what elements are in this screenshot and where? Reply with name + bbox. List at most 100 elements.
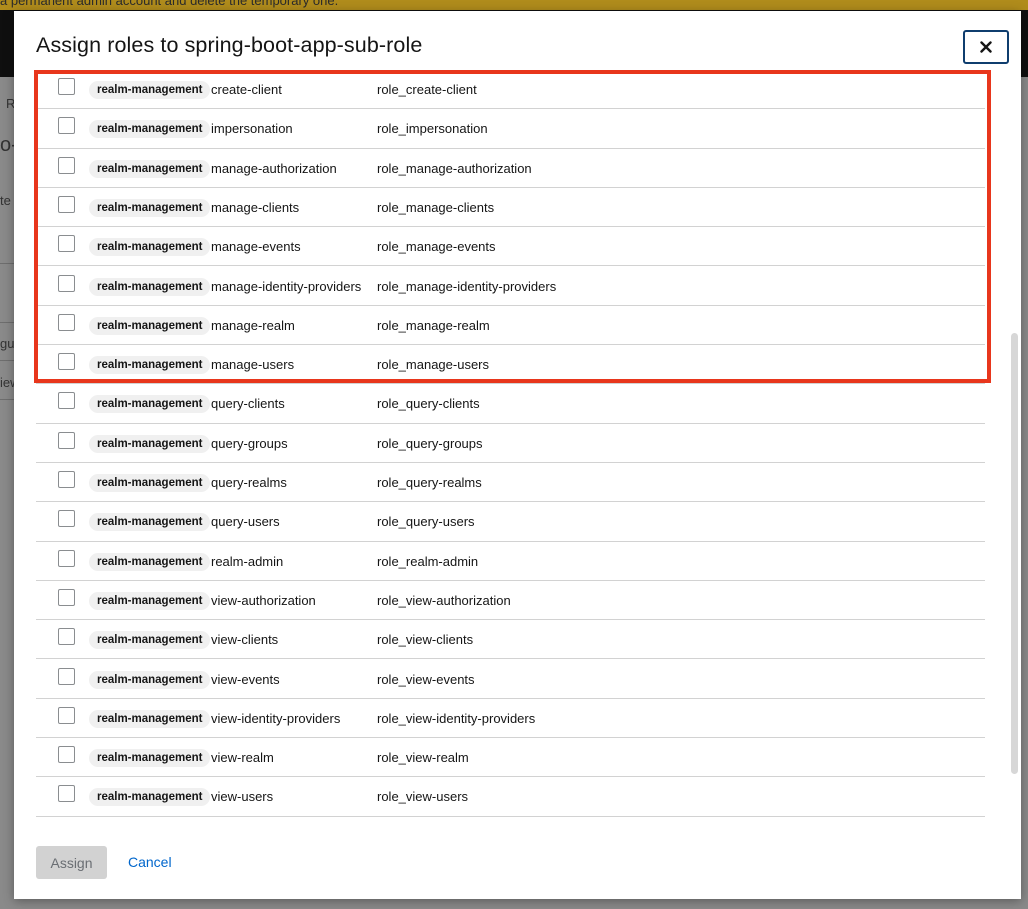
table-row: realm-management manage-users role_manage-… <box>36 345 985 385</box>
client-badge: realm-management <box>89 238 211 257</box>
row-checkbox[interactable] <box>58 549 75 567</box>
client-badge: realm-management <box>89 670 211 689</box>
row-checkbox[interactable] <box>58 471 75 488</box>
client-badge: realm-management <box>89 434 211 453</box>
client-badge: realm-management <box>89 709 211 728</box>
table-row: realm-management view-realm role_view-real… <box>36 738 985 778</box>
role-name: view-identity-providers <box>211 710 341 726</box>
table-row: realm-management view-identity-providers r… <box>36 699 985 739</box>
role-description: role_manage-events <box>377 239 496 255</box>
role-description: role_manage-clients <box>377 199 495 215</box>
row-checkbox[interactable] <box>58 274 75 292</box>
client-badge: realm-management <box>89 356 211 375</box>
role-name: query-realms <box>211 475 287 490</box>
row-checkbox[interactable] <box>58 746 75 764</box>
role-description: role_view-clients <box>377 632 474 648</box>
client-badge: realm-management <box>89 316 211 335</box>
background-divider <box>0 322 14 323</box>
client-badge: realm-management <box>89 788 211 807</box>
client-badge: realm-management <box>89 120 211 139</box>
row-checkbox[interactable] <box>58 353 75 371</box>
table-row: realm-management query-realms role_query-r… <box>36 463 985 503</box>
row-checkbox[interactable] <box>58 313 75 331</box>
role-name: create-client <box>211 82 282 97</box>
table-row: realm-management query-users role_query-us… <box>36 502 985 542</box>
role-description: role_view-users <box>377 789 469 805</box>
role-name: manage-clients <box>211 199 300 215</box>
role-name: query-clients <box>211 396 285 412</box>
row-checkbox[interactable] <box>58 235 75 253</box>
client-badge: realm-management <box>89 552 211 571</box>
role-description: role_query-groups <box>377 435 483 451</box>
client-badge: realm-management <box>89 277 211 296</box>
row-checkbox[interactable] <box>58 785 75 803</box>
role-description: role_view-identity-providers <box>377 710 536 726</box>
cancel-link[interactable]: Cancel <box>128 854 172 870</box>
table-row: realm-management query-groups role_query-g… <box>36 424 985 463</box>
role-name: manage-authorization <box>211 160 337 176</box>
role-description: role_view-realm <box>377 750 469 766</box>
background-divider <box>0 360 14 361</box>
background-divider <box>0 399 14 400</box>
role-name: view-realm <box>211 750 274 766</box>
role-description: role_manage-identity-providers <box>377 278 557 294</box>
row-checkbox[interactable] <box>58 628 75 646</box>
row-checkbox[interactable] <box>58 156 75 174</box>
table-row: realm-management impersonation role_impers… <box>36 109 985 149</box>
table-row: realm-management view-clients role_view-cl… <box>36 620 985 660</box>
background-fragment: te <box>0 193 11 208</box>
client-badge: realm-management <box>89 513 211 532</box>
close-button[interactable] <box>963 30 1009 64</box>
table-row: realm-management manage-events role_manage… <box>36 227 985 267</box>
table-row: realm-management query-clients role_query-… <box>36 384 985 424</box>
table-row: realm-management manage-clients role_manag… <box>36 188 985 228</box>
role-description: role_view-events <box>377 671 475 687</box>
client-badge: realm-management <box>89 474 211 492</box>
role-name: view-clients <box>211 632 279 648</box>
modal-title: Assign roles to spring-boot-app-sub-role <box>36 33 423 57</box>
row-checkbox[interactable] <box>58 431 75 449</box>
assign-roles-modal: Assign roles to spring-boot-app-sub-role… <box>14 11 1021 899</box>
client-badge: realm-management <box>89 395 211 414</box>
warning-banner: a permanent admin account and delete the… <box>0 0 1028 10</box>
role-description: role_query-clients <box>377 396 480 412</box>
client-badge: realm-management <box>89 631 211 650</box>
role-description: role_impersonation <box>377 121 488 137</box>
role-name: manage-users <box>211 357 295 373</box>
row-checkbox[interactable] <box>58 706 75 724</box>
table-row: realm-management manage-realm role_manage-… <box>36 306 985 346</box>
assign-button[interactable]: Assign <box>36 846 107 879</box>
table-row: realm-management manage-identity-provider… <box>36 267 985 306</box>
table-row: realm-management view-events role_view-eve… <box>36 660 985 699</box>
role-description: role_view-authorization <box>377 592 511 608</box>
client-badge: realm-management <box>89 591 211 610</box>
row-checkbox[interactable] <box>58 195 75 213</box>
row-checkbox[interactable] <box>58 667 75 685</box>
role-name: query-groups <box>211 435 288 451</box>
client-badge: realm-management <box>89 159 211 178</box>
role-name: manage-realm <box>211 317 295 333</box>
role-description: role_manage-realm <box>377 317 490 333</box>
role-description: role_query-users <box>377 514 475 530</box>
table-row: realm-management create-client role_create… <box>36 70 985 110</box>
role-description: role_realm-admin <box>377 553 479 569</box>
role-name: manage-identity-providers <box>211 278 362 294</box>
role-name: query-users <box>211 514 280 530</box>
close-icon <box>980 41 992 53</box>
role-name: manage-events <box>211 239 301 255</box>
row-checkbox[interactable] <box>58 78 75 95</box>
row-checkbox[interactable] <box>58 510 75 528</box>
row-checkbox[interactable] <box>58 392 75 410</box>
background-divider <box>0 263 14 264</box>
role-name: impersonation <box>211 121 293 137</box>
role-name: view-authorization <box>211 592 316 608</box>
client-badge: realm-management <box>89 198 211 217</box>
role-name: realm-admin <box>211 553 284 569</box>
row-checkbox[interactable] <box>58 588 75 606</box>
role-description: role_create-client <box>377 82 477 97</box>
table-row: realm-management realm-admin role_realm-ad… <box>36 542 985 581</box>
table-row: realm-management view-users role_view-user… <box>36 777 985 817</box>
scrollbar-thumb[interactable] <box>1011 333 1018 774</box>
role-description: role_manage-authorization <box>377 160 532 176</box>
row-checkbox[interactable] <box>58 117 75 135</box>
